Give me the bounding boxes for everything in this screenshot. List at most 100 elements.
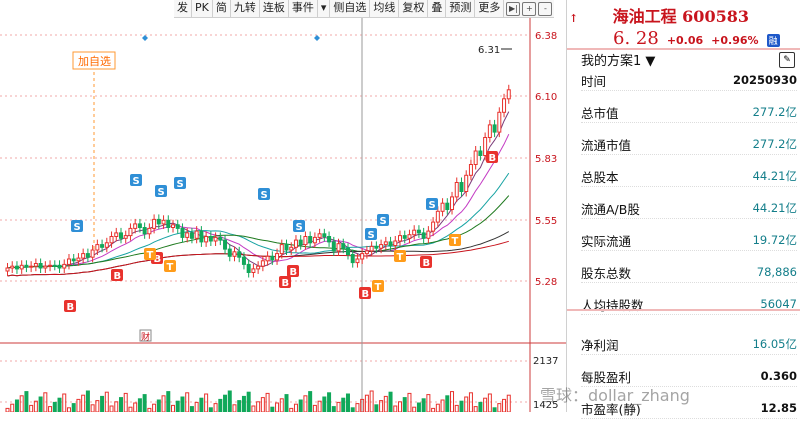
candle-body (114, 232, 119, 237)
candle-body (440, 202, 445, 212)
volume-bar (81, 394, 86, 413)
volume-bar (71, 403, 76, 413)
toolbar-item-5[interactable]: 事件 (289, 0, 318, 17)
candle-body (43, 265, 48, 269)
candle-body (251, 268, 256, 273)
volume-bar (100, 395, 105, 413)
candle-body (322, 233, 327, 238)
field-label: 实际流通 (581, 233, 632, 249)
toolbar-item-11[interactable]: 预测 (446, 0, 476, 17)
volume-bar (166, 391, 171, 413)
volume-bar (331, 406, 336, 413)
volume-bar (128, 406, 133, 413)
candle-body (464, 174, 469, 193)
volume-bar (308, 391, 313, 413)
toolbar-item-1[interactable]: PK (192, 0, 213, 17)
volume-bar (440, 399, 445, 413)
toolbar-item-10[interactable]: 叠 (428, 0, 447, 17)
home-icon[interactable]: ↑ (569, 12, 579, 25)
candle-body (29, 265, 34, 268)
candle-body (331, 241, 336, 252)
signal-label: B (114, 271, 122, 282)
price-tick: 5.83 (535, 154, 557, 165)
field-label: 总股本 (581, 169, 619, 185)
toolbar-item-2[interactable]: 简 (213, 0, 231, 17)
kline-chart[interactable]: BBBBBBBBSSSSSSSSSTTTTT 6.386.105.835.555… (0, 0, 566, 413)
candle-body (468, 164, 473, 176)
candle-body (402, 235, 407, 239)
candle-body (85, 253, 90, 258)
toolbar-item-12[interactable]: 更多 (475, 0, 505, 17)
toolbar-item-7[interactable]: 侧自选 (330, 0, 371, 17)
candle-body (194, 230, 199, 239)
candle-body (341, 243, 346, 249)
volume-bar (175, 400, 180, 413)
volume-bar (487, 393, 492, 413)
toolbar-item-0[interactable]: 发 (174, 0, 192, 17)
candle-body (213, 236, 218, 242)
candle-body (152, 218, 157, 229)
nav-icon-0[interactable]: ▶| (506, 1, 521, 16)
field-row: 流通市值 277.2亿 (581, 134, 797, 155)
candle-body (275, 253, 280, 261)
toolbar-item-9[interactable]: 复权 (399, 0, 429, 17)
stock-code: 600583 (682, 7, 749, 26)
volume-bar (29, 404, 34, 413)
candle-body (355, 258, 360, 264)
diamond-icon (314, 35, 320, 41)
edit-icon[interactable]: ✎ (779, 52, 795, 68)
volume-bar (137, 398, 142, 413)
field-value: 44.21亿 (752, 169, 797, 183)
candle-body (133, 223, 138, 229)
volume-bar (478, 401, 483, 413)
price-line: 6. 28 +0.06 +0.96% 融 (613, 28, 780, 49)
candle-body (317, 233, 322, 238)
volume-bar (241, 395, 246, 413)
volume-bar (204, 393, 209, 413)
candle-body (374, 245, 379, 249)
volume-bar (246, 391, 251, 413)
volume-bar (38, 396, 43, 413)
field-row: 总市值 277.2亿 (581, 102, 797, 123)
volume-bar (133, 402, 138, 413)
scheme-selector[interactable]: 我的方案1 ▼ (581, 50, 655, 69)
candle-body (407, 234, 412, 239)
field-list: 时间 20250930 总市值 277.2亿 流通市值 277.2亿 总股本 44.21亿 流通… (581, 70, 797, 430)
nav-icon-1[interactable]: + (522, 1, 537, 16)
toolbar-item-3[interactable]: 九转 (231, 0, 260, 17)
candle-body (10, 265, 15, 269)
volume-bar (189, 406, 194, 413)
nav-icon-2[interactable]: - (538, 1, 553, 16)
field-row: 实际流通 19.72亿 (581, 230, 797, 251)
volume-bar (322, 396, 327, 413)
field-value: 78,886 (756, 265, 797, 279)
volume-bar (492, 407, 497, 413)
candle-body (383, 241, 388, 246)
candle-body (312, 236, 317, 244)
volume-bar (208, 407, 213, 413)
volume-bar (114, 401, 119, 413)
candlesticks (5, 84, 511, 413)
candle-body (123, 235, 128, 239)
field-value: 19.72亿 (752, 233, 797, 247)
toolbar-item-8[interactable]: 均线 (370, 0, 400, 17)
volume-bar (57, 397, 62, 413)
volume-bar (251, 405, 256, 413)
candle-body (345, 247, 350, 255)
candle-body (502, 98, 507, 113)
signal-label: T (167, 262, 174, 273)
toolbar-item-6[interactable]: ▾ (318, 0, 331, 17)
signal-label: T (397, 252, 404, 263)
volume-bar (223, 394, 228, 413)
candle-body (260, 260, 265, 267)
volume-bar (312, 404, 317, 413)
kline-chart-area[interactable]: BBBBBBBBSSSSSSSSSTTTTT 6.38 6.10 5.83 5.55 5… (0, 0, 566, 413)
add-watch-label: 加自选 (78, 55, 111, 68)
candle-body (95, 244, 100, 251)
candle-body (350, 254, 355, 264)
toolbar-item-4[interactable]: 连板 (260, 0, 289, 17)
volume-bar (237, 400, 242, 413)
candle-body (156, 218, 161, 225)
field-row: 流通A/B股 44.21亿 (581, 198, 797, 219)
candle-body (284, 244, 289, 251)
